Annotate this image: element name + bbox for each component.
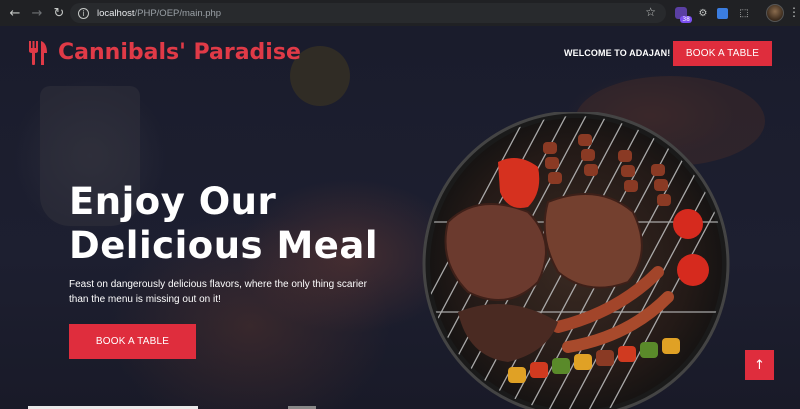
- brand-name: Cannibals' Paradise: [58, 40, 301, 65]
- brand-logo[interactable]: Cannibals' Paradise: [28, 40, 301, 65]
- bookmark-star-icon[interactable]: ☆: [645, 5, 656, 19]
- headline-line-1: Enjoy Our: [69, 180, 277, 223]
- scroll-to-top-button[interactable]: ↑: [745, 350, 774, 380]
- browser-toolbar: ← → ↻ i localhost/PHP/OEP/main.php ☆ 38 …: [0, 0, 800, 26]
- hero-tagline: Feast on dangerously delicious flavors, …: [69, 279, 367, 305]
- forward-icon[interactable]: →: [26, 2, 48, 24]
- utensils-icon: [29, 40, 47, 65]
- welcome-text: WELCOME TO ADAJAN!: [564, 48, 671, 58]
- browser-menu-icon[interactable]: ⋮: [788, 5, 800, 19]
- reload-icon[interactable]: ↻: [48, 2, 70, 24]
- hero-book-table-button[interactable]: BOOK A TABLE: [69, 324, 196, 359]
- arrow-up-icon: ↑: [754, 357, 765, 373]
- back-icon[interactable]: ←: [4, 2, 26, 24]
- extension-icon-1[interactable]: 38: [673, 5, 692, 23]
- url-host: localhost: [97, 7, 135, 19]
- extension-icon-2[interactable]: ⚙: [695, 5, 711, 21]
- url-text: localhost/PHP/OEP/main.php: [97, 8, 221, 19]
- url-path: /PHP/OEP/main.php: [134, 7, 222, 19]
- headline-line-2: Delicious Meal: [69, 224, 379, 267]
- extension-logo: [716, 7, 728, 19]
- header-book-table-button[interactable]: BOOK A TABLE: [673, 41, 772, 66]
- hero-headline: Enjoy Our Delicious Meal: [69, 180, 409, 268]
- address-bar[interactable]: i localhost/PHP/OEP/main.php ☆: [70, 3, 666, 23]
- hero-section: Cannibals' Paradise WELCOME TO ADAJAN! B…: [0, 26, 800, 409]
- profile-avatar[interactable]: [766, 4, 784, 22]
- site-info-icon[interactable]: i: [78, 7, 89, 19]
- extension-icon-3[interactable]: [714, 5, 730, 21]
- extensions-puzzle-icon[interactable]: ⬚: [736, 5, 752, 21]
- extension-badge: 38: [680, 16, 692, 23]
- grill-image: [422, 112, 730, 409]
